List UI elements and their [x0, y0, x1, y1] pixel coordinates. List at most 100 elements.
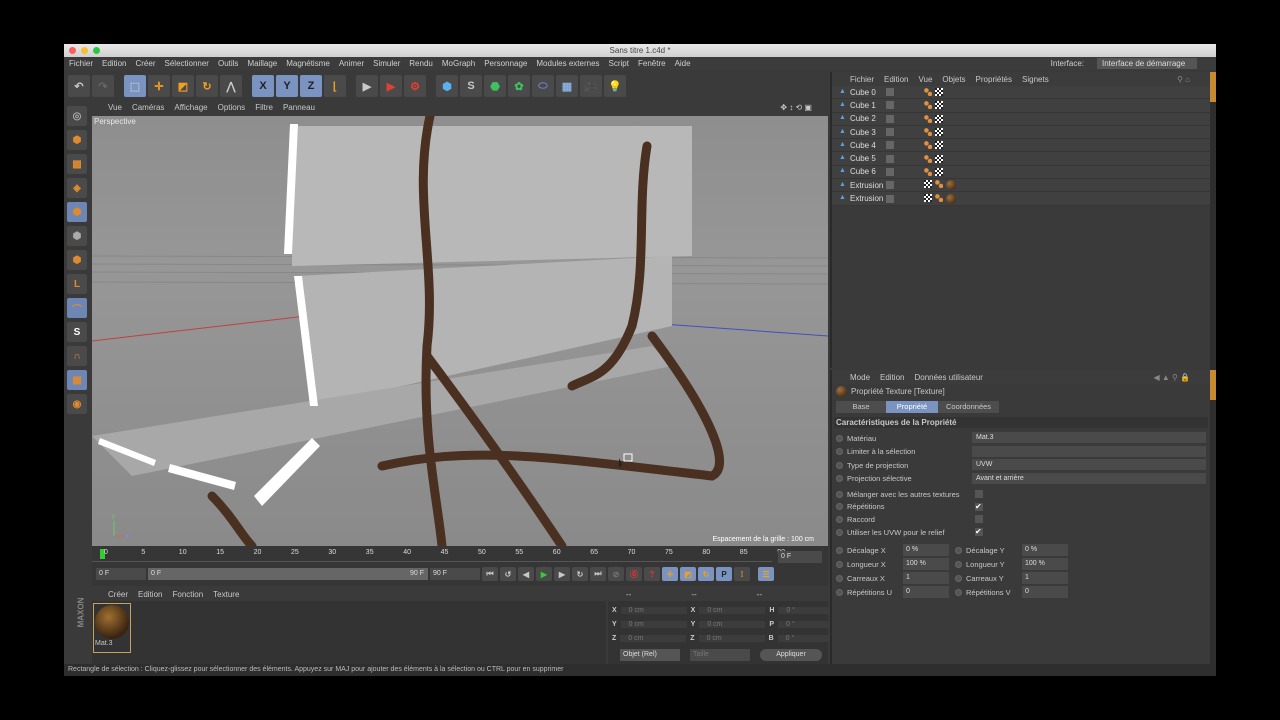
select-tool-icon[interactable]: ⬚ — [124, 75, 146, 97]
animate-radio[interactable] — [836, 434, 843, 442]
key-pla-icon[interactable]: ⁞ — [734, 567, 750, 581]
phong-tag-icon[interactable] — [935, 193, 943, 202]
animate-radio[interactable] — [836, 515, 843, 523]
animate-radio[interactable] — [836, 560, 843, 568]
maximize-button[interactable] — [93, 47, 100, 54]
attr-number-field[interactable]: 0 % — [903, 544, 949, 556]
attr-checkbox[interactable]: ✔ — [975, 528, 983, 537]
phong-tag-icon[interactable] — [924, 114, 932, 123]
uvw-tag-icon[interactable] — [935, 154, 943, 163]
side-tabs[interactable] — [1210, 72, 1216, 664]
animate-radio[interactable] — [955, 546, 962, 554]
uvw-tag-icon[interactable] — [935, 167, 943, 176]
tab-propriete[interactable]: Propriété — [886, 401, 938, 413]
material-item[interactable]: Mat.3 — [93, 603, 131, 653]
prev-key-icon[interactable]: ↺ — [500, 567, 516, 581]
vp-menu-vue[interactable]: Vue — [108, 103, 122, 112]
om-menu-signets[interactable]: Signets — [1022, 75, 1049, 84]
om-menu-vue[interactable]: Vue — [918, 75, 932, 84]
polygons-mode-icon[interactable]: ⬢ — [67, 250, 87, 270]
size-y-field[interactable]: 0 cm — [699, 621, 766, 628]
next-key-icon[interactable]: ↻ — [572, 567, 588, 581]
rotate-tool-icon[interactable]: ↻ — [196, 75, 218, 97]
phong-tag-icon[interactable] — [924, 88, 932, 97]
menu-personnage[interactable]: Personnage — [484, 59, 527, 68]
object-mode-icon[interactable]: ⬢ — [67, 130, 87, 150]
position-x-field[interactable]: 0 cm — [620, 607, 687, 614]
mat-menu-edition[interactable]: Edition — [138, 590, 162, 599]
animate-radio[interactable] — [836, 546, 843, 554]
menu-animer[interactable]: Animer — [339, 59, 364, 68]
menu-script[interactable]: Script — [609, 59, 629, 68]
animate-radio[interactable] — [955, 560, 962, 568]
attr-value-field[interactable] — [972, 445, 1206, 457]
phong-tag-icon[interactable] — [935, 180, 943, 189]
key-position-icon[interactable]: ✛ — [662, 567, 678, 581]
coordinate-system-icon[interactable]: ⌊ — [324, 75, 346, 97]
y-axis-button[interactable]: Y — [276, 75, 298, 97]
workplane-lock-icon[interactable]: ▦ — [67, 370, 87, 390]
cube-icon[interactable]: ⬢ — [436, 75, 458, 97]
animate-radio[interactable] — [955, 588, 962, 596]
am-menu-mode[interactable]: Mode — [850, 373, 870, 382]
position-y-field[interactable]: 0 cm — [620, 621, 687, 628]
menu-aide[interactable]: Aide — [675, 59, 691, 68]
object-row[interactable]: Cube 1 — [832, 99, 1210, 113]
goto-start-icon[interactable]: ⏮ — [482, 567, 498, 581]
vp-menu-panneau[interactable]: Panneau — [283, 103, 315, 112]
attr-number-field[interactable]: 100 % — [1022, 558, 1068, 570]
attr-value-field[interactable]: Avant et arrière — [972, 472, 1206, 484]
attr-checkbox[interactable]: ✔ — [975, 502, 983, 511]
size-x-field[interactable]: 0 cm — [699, 607, 766, 614]
menu-maillage[interactable]: Maillage — [247, 59, 277, 68]
nurbs-icon[interactable]: ⬣ — [484, 75, 506, 97]
attr-checkbox[interactable] — [975, 515, 983, 524]
object-row[interactable]: Extrusion — [832, 192, 1210, 206]
am-nav-icons[interactable]: ◀ ▲ ⚲ 🔒 — [1153, 373, 1190, 382]
move-tool-icon[interactable]: ✛ — [148, 75, 170, 97]
goto-end-icon[interactable]: ⏭ — [590, 567, 606, 581]
om-menu-edition[interactable]: Edition — [884, 75, 908, 84]
camera-icon[interactable]: 🎥 — [580, 75, 602, 97]
object-name[interactable]: Cube 0 — [832, 88, 884, 97]
x-axis-button[interactable]: X — [252, 75, 274, 97]
start-frame-field[interactable]: 0 F — [96, 568, 146, 580]
animate-radio[interactable] — [836, 503, 843, 511]
om-menu-objets[interactable]: Objets — [942, 75, 965, 84]
z-axis-button[interactable]: Z — [300, 75, 322, 97]
key-param-icon[interactable]: P — [716, 567, 732, 581]
next-frame-icon[interactable]: ▶ — [554, 567, 570, 581]
object-name[interactable]: Cube 3 — [832, 128, 884, 137]
render-picture-viewer-icon[interactable]: ▶ — [380, 75, 402, 97]
animate-radio[interactable] — [836, 490, 843, 498]
phong-tag-icon[interactable] — [924, 167, 932, 176]
menu-rendu[interactable]: Rendu — [409, 59, 433, 68]
object-name[interactable]: Cube 6 — [832, 167, 884, 176]
visibility-icon[interactable] — [886, 154, 894, 163]
attr-number-field[interactable]: 0 — [1022, 586, 1068, 598]
tweak-mode-icon[interactable]: ⌒ — [67, 298, 87, 318]
keyframe-icon[interactable]: ⊘ — [608, 567, 624, 581]
animate-radio[interactable] — [836, 588, 843, 596]
object-row[interactable]: Cube 6 — [832, 165, 1210, 180]
object-name[interactable]: Cube 1 — [832, 101, 884, 110]
object-row[interactable]: Cube 4 — [832, 139, 1210, 153]
animate-radio[interactable] — [955, 574, 962, 582]
object-row[interactable]: Cube 0 — [832, 86, 1210, 100]
vp-menu-cameras[interactable]: Caméras — [132, 103, 164, 112]
uvw-tag-icon[interactable] — [935, 141, 943, 150]
animate-radio[interactable] — [836, 475, 843, 482]
visibility-icon[interactable] — [886, 114, 894, 123]
apply-button[interactable]: Appliquer — [760, 649, 822, 661]
menu-outils[interactable]: Outils — [218, 59, 238, 68]
menu-selectionner[interactable]: Sélectionner — [165, 59, 209, 68]
timeline-scheme-icon[interactable]: ☰ — [758, 567, 774, 581]
play-icon[interactable]: ▶ — [536, 567, 552, 581]
points-mode-icon[interactable]: ⬢ — [67, 202, 87, 222]
mograph-cloner-icon[interactable]: ✿ — [508, 75, 530, 97]
menu-creer[interactable]: Créer — [135, 59, 155, 68]
uvw-tag-icon[interactable] — [935, 101, 943, 110]
vp-menu-options[interactable]: Options — [218, 103, 246, 112]
phong-tag-icon[interactable] — [924, 141, 932, 150]
attr-number-field[interactable]: 1 — [903, 572, 949, 584]
